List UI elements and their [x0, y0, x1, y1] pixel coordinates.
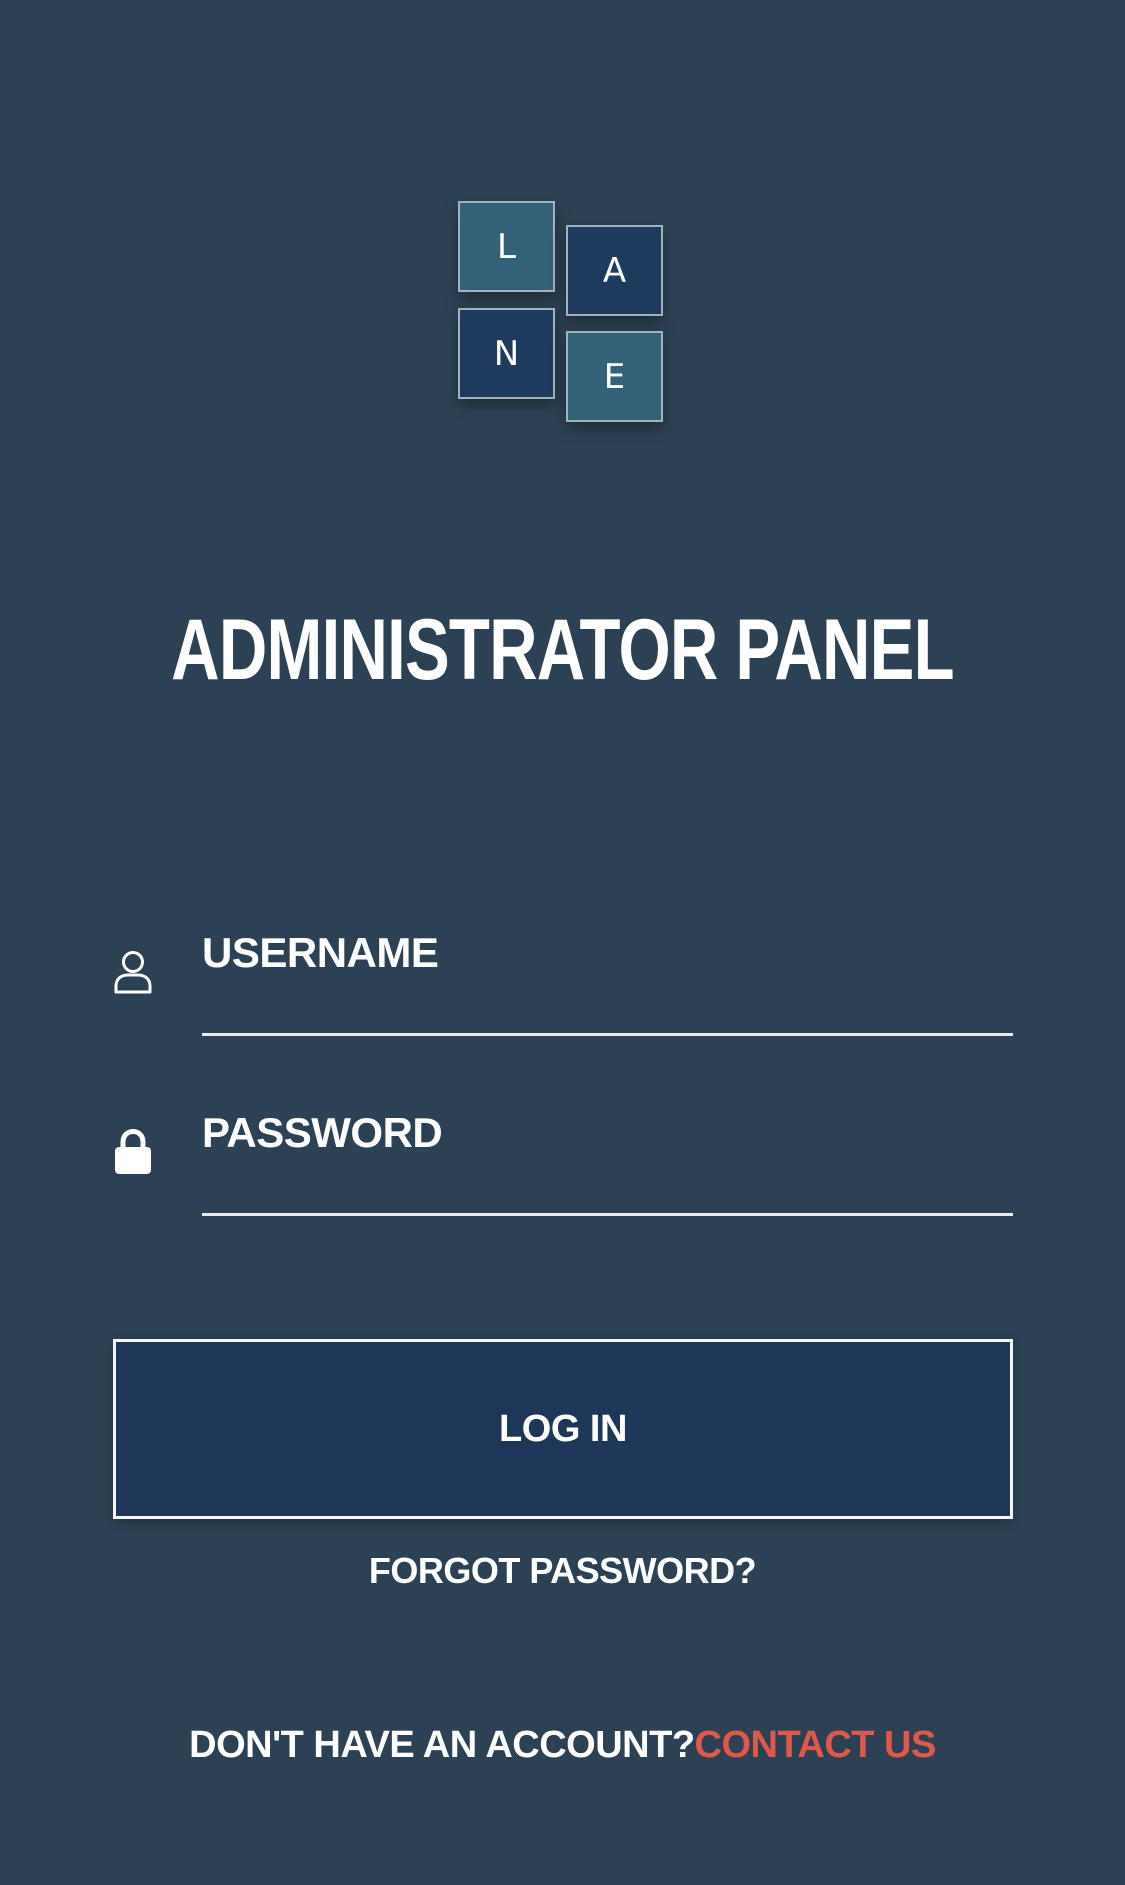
username-input[interactable] [202, 926, 1013, 1036]
logo-tile-e: E [566, 331, 663, 422]
password-input[interactable] [202, 1106, 1013, 1216]
contact-us-link[interactable]: CONTACT US [695, 1724, 937, 1766]
password-field [113, 1106, 1013, 1226]
logo-tile-a: A [566, 225, 663, 316]
signup-prompt: DON'T HAVE AN ACCOUNT?CONTACT US [0, 1724, 1125, 1767]
app-logo: L A N E [458, 201, 668, 425]
no-account-text: DON'T HAVE AN ACCOUNT? [189, 1724, 695, 1766]
page-title: ADMINISTRATOR PANEL [171, 602, 954, 698]
user-icon [114, 951, 152, 994]
lock-icon [115, 1128, 151, 1174]
forgot-password-link[interactable]: FORGOT PASSWORD? [0, 1550, 1125, 1592]
username-field [113, 926, 1013, 1046]
logo-tile-n: N [458, 308, 555, 399]
logo-tile-l: L [458, 201, 555, 292]
login-button[interactable]: LOG IN [113, 1339, 1013, 1519]
